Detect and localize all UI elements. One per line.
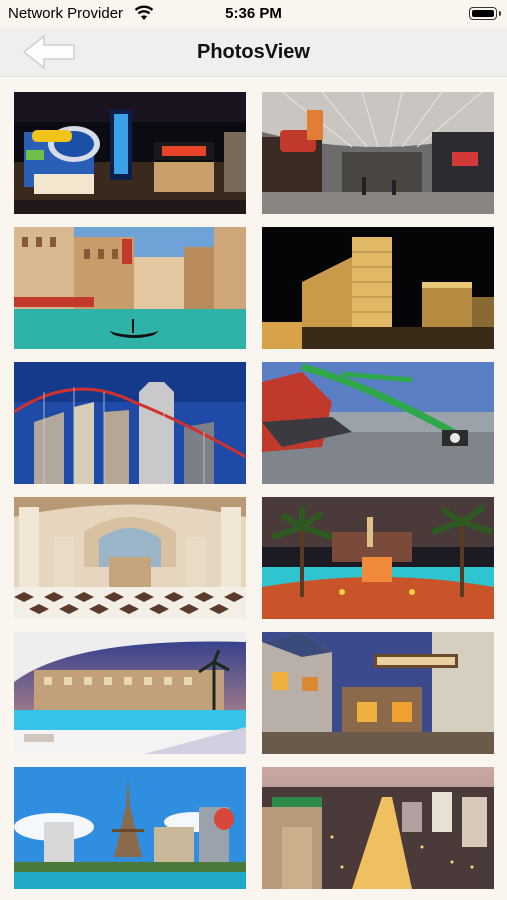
photo-thumbnail[interactable] <box>262 767 494 889</box>
photo-thumbnail[interactable] <box>14 92 246 214</box>
photo-thumbnail[interactable] <box>14 227 246 349</box>
photo-thumbnail[interactable] <box>262 362 494 484</box>
battery-icon <box>469 7 501 20</box>
clock-time: 5:36 PM <box>225 5 282 22</box>
photo-thumbnail[interactable] <box>262 227 494 349</box>
status-bar: Network Provider 5:36 PM <box>0 0 507 28</box>
photo-thumbnail[interactable] <box>262 497 494 619</box>
photo-thumbnail[interactable] <box>14 767 246 889</box>
page-title: PhotosView <box>197 41 310 63</box>
photo-thumbnail[interactable] <box>14 362 246 484</box>
navigation-bar: PhotosView <box>0 28 507 77</box>
photo-thumbnail[interactable] <box>14 632 246 754</box>
photo-thumbnail[interactable] <box>14 497 246 619</box>
photo-grid <box>14 92 494 889</box>
photo-thumbnail[interactable] <box>262 92 494 214</box>
photo-thumbnail[interactable] <box>262 632 494 754</box>
